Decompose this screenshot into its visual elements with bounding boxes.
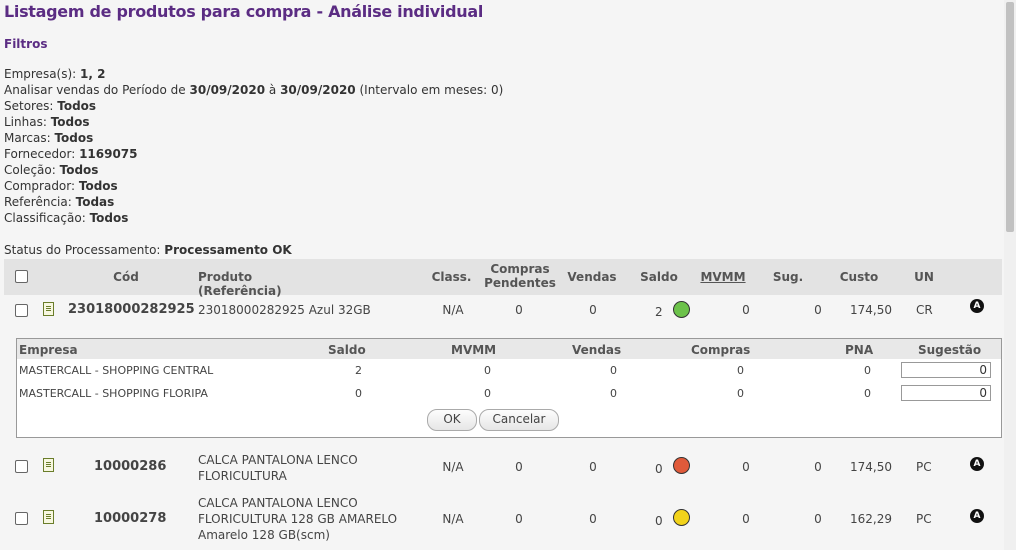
col-produto[interactable]: Produto (Referência) [198,270,338,298]
ok-button[interactable]: OK [427,409,477,431]
class-a-badge-icon[interactable]: A [970,509,984,523]
row-custo: 174,50 [850,460,892,474]
row-class: N/A [442,512,464,526]
row-class: N/A [442,460,464,474]
detail-col-pna: PNA [845,343,874,357]
row-custo: 162,29 [850,512,892,526]
page: Listagem de produtos para compra - Análi… [0,0,1004,550]
detail-pna: 0 [864,364,871,377]
row-un: PC [916,512,932,526]
row-checkbox[interactable] [15,304,28,317]
row-mvmm: 0 [742,460,750,474]
row-checkbox[interactable] [15,512,28,525]
class-a-badge-icon[interactable]: A [970,299,984,313]
sugestao-input[interactable]: 0 [901,385,991,401]
detail-col-mvmm: MVMM [451,343,497,357]
detail-mvmm: 0 [484,387,491,400]
col-mvmm[interactable]: MVMM [698,270,748,284]
row-saldo: 0 [655,462,663,476]
neutral-yellow-icon [673,509,690,526]
table-header: Cód Produto (Referência) Class. Compras P… [4,259,1002,298]
col-cod[interactable]: Cód [96,270,156,284]
row-un: PC [916,460,932,474]
row-vendas: 0 [589,460,597,474]
processing-status: Status do Processamento: Processamento O… [4,243,292,257]
table-row[interactable]: 23018000282925 23018000282925 Azul 32GB … [4,295,1002,325]
table-row[interactable]: 10000278 CALCA PANTALONA LENCO FLORICULTU… [4,492,1002,548]
col-saldo[interactable]: Saldo [634,270,684,284]
filter-referencia: Referência: Todas [4,195,115,209]
detail-vendas: 0 [610,387,617,400]
smile-green-icon [673,301,690,318]
col-class[interactable]: Class. [429,270,474,284]
row-produto: 23018000282925 Azul 32GB [198,303,371,317]
row-compras: 0 [515,512,523,526]
row-cod: 23018000282925 [68,302,195,317]
row-custo: 174,50 [850,303,892,317]
detail-col-empresa: Empresa [19,343,78,357]
filter-linhas: Linhas: Todos [4,115,90,129]
document-icon[interactable] [43,458,54,472]
filter-setores: Setores: Todos [4,99,97,113]
col-un[interactable]: UN [906,270,942,284]
row-mvmm: 0 [742,512,750,526]
row-saldo: 0 [655,514,663,528]
col-vendas[interactable]: Vendas [564,270,620,284]
row-un: CR [916,303,933,317]
col-sug[interactable]: Sug. [768,270,808,284]
filter-periodo: Analisar vendas do Período de 30/09/2020… [4,83,504,97]
row-vendas: 0 [589,512,597,526]
row-mvmm: 0 [742,303,750,317]
frown-red-icon [673,457,690,474]
detail-header: Empresa Saldo MVMM Vendas Compras PNA Su… [17,339,1001,359]
detail-compras: 0 [737,387,744,400]
row-saldo: 2 [655,305,663,319]
page-title: Listagem de produtos para compra - Análi… [4,2,483,21]
row-sug: 0 [814,460,822,474]
filter-marcas: Marcas: Todos [4,131,94,145]
detail-vendas: 0 [610,364,617,377]
col-compras-pendentes[interactable]: Compras Pendentes [482,262,558,290]
filter-fornecedor: Fornecedor: 1169075 [4,147,138,161]
detail-pna: 0 [864,387,871,400]
document-icon[interactable] [43,302,54,316]
filters-title: Filtros [4,37,48,51]
detail-saldo: 0 [355,387,362,400]
detail-col-compras: Compras [691,343,751,357]
row-produto: CALCA PANTALONA LENCO FLORICULTURA [198,453,358,483]
detail-col-vendas: Vendas [572,343,622,357]
row-sug: 0 [814,303,822,317]
filter-empresas: Empresa(s): 1, 2 [4,67,106,81]
row-class: N/A [442,303,464,317]
scrollbar-thumb[interactable] [1006,2,1014,232]
row-checkbox[interactable] [15,460,28,473]
detail-compras: 0 [737,364,744,377]
row-compras: 0 [515,460,523,474]
detail-empresa: MASTERCALL - SHOPPING FLORIPA [19,387,208,400]
detail-panel: Empresa Saldo MVMM Vendas Compras PNA Su… [16,338,1002,438]
row-cod: 10000286 [94,459,167,474]
vertical-scrollbar[interactable] [1004,0,1016,550]
detail-empresa: MASTERCALL - SHOPPING CENTRAL [19,364,214,377]
row-produto: CALCA PANTALONA LENCO FLORICULTURA 128 GB… [198,496,398,542]
detail-saldo: 2 [355,364,362,377]
row-cod: 10000278 [94,511,167,526]
sugestao-input[interactable]: 0 [901,362,991,378]
filter-comprador: Comprador: Todos [4,179,118,193]
filter-colecao: Coleção: Todos [4,163,99,177]
filter-classificacao: Classificação: Todos [4,211,129,225]
document-icon[interactable] [43,510,54,524]
col-custo[interactable]: Custo [834,270,884,284]
row-vendas: 0 [589,303,597,317]
detail-col-sugestao: Sugestão [918,343,982,357]
select-all-checkbox[interactable] [15,270,28,283]
cancel-button[interactable]: Cancelar [479,409,559,431]
row-compras: 0 [515,303,523,317]
detail-mvmm: 0 [484,364,491,377]
detail-col-saldo: Saldo [328,343,366,357]
table-row[interactable]: 10000286 CALCA PANTALONA LENCO FLORICULTU… [4,446,1002,486]
row-sug: 0 [814,512,822,526]
class-a-badge-icon[interactable]: A [970,457,984,471]
